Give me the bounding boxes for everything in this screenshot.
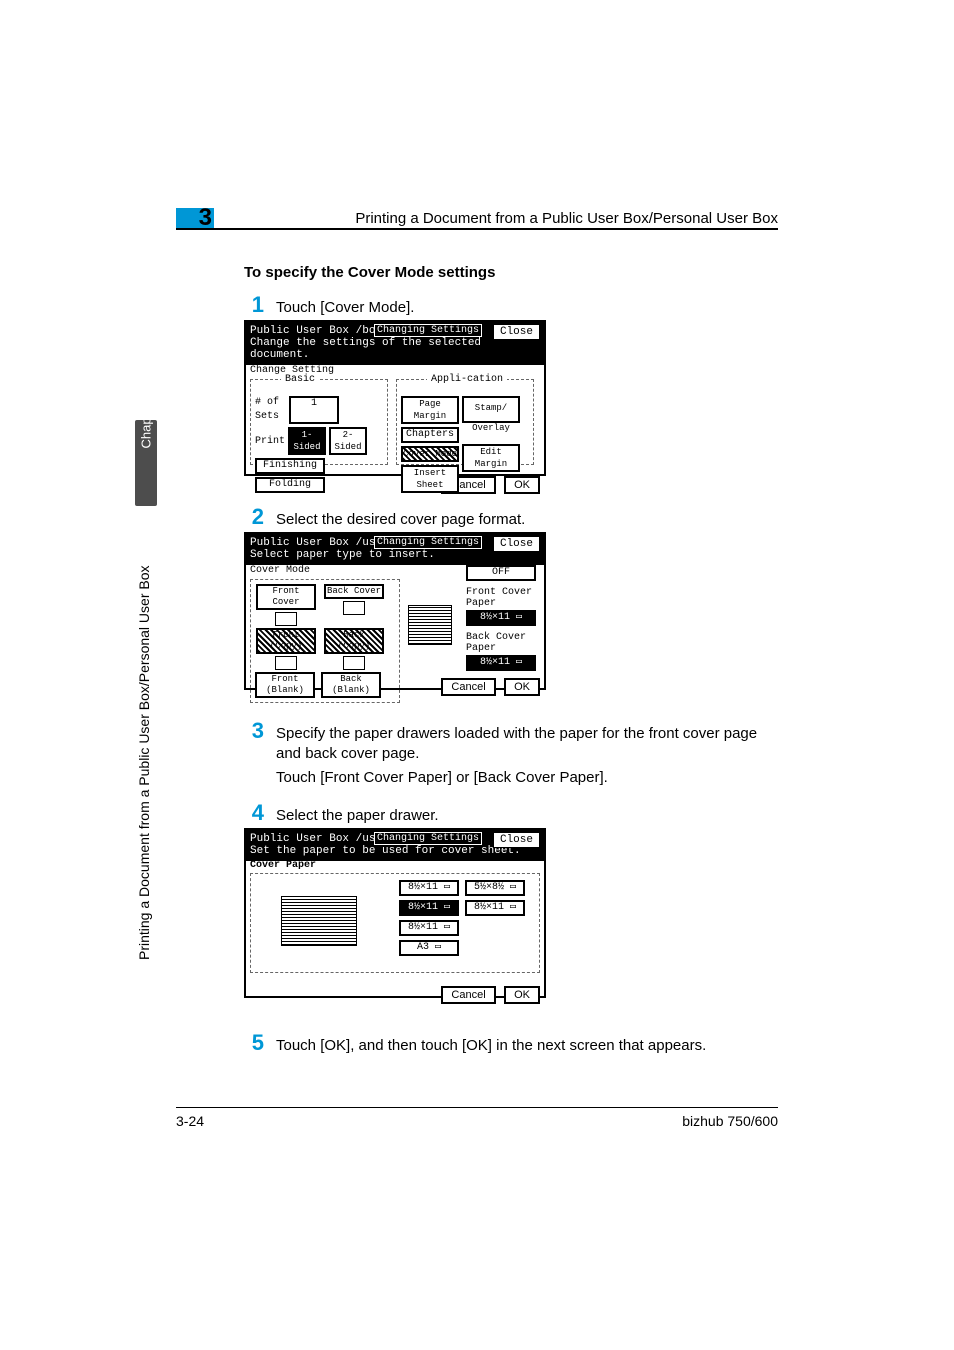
screen2-back-copy-button[interactable]: Back (Copy) [324, 628, 384, 654]
screen3-cancel-button[interactable]: Cancel [441, 986, 495, 1004]
screen1-page-margin-button[interactable]: Page Margin [401, 396, 459, 424]
screen2-off-button[interactable]: OFF [466, 565, 536, 581]
screenshot-cover-paper: Public User Box /userbox3 Set the paper … [244, 828, 546, 998]
step-2-text: Select the desired cover page format. [276, 510, 776, 530]
screen1-insert-sheet-button[interactable]: Insert Sheet [401, 465, 459, 493]
screen2-tab: Cover Mode [250, 565, 310, 576]
step-3-text: Specify the paper drawers loaded with th… [276, 724, 776, 764]
step-1-number: 1 [244, 292, 264, 318]
step-2-number: 2 [244, 504, 264, 530]
screen2-option-group: Front Cover Back Cover Front (Copy) Back… [250, 579, 400, 703]
screen1-body: Change Setting Basic # of Sets 1 Print 1… [246, 365, 544, 473]
side-chapter-title: Printing a Document from a Public User B… [136, 520, 156, 960]
screen1-print-label: Print [255, 436, 285, 447]
screen2-front-copy-button[interactable]: Front (Copy) [256, 628, 316, 654]
footer-product-name: bizhub 750/600 [682, 1113, 778, 1129]
screen1-application-group: Appli-cation Page Margin Chapters Cover … [396, 379, 534, 465]
step-4-number: 4 [244, 800, 264, 826]
screen3-header: Public User Box /userbox3 Set the paper … [246, 830, 544, 861]
screen1-edit-margin-button[interactable]: Edit Margin [462, 444, 520, 472]
screen2-fcp-label: Front Cover Paper [466, 587, 540, 609]
screen2-body: Cover Mode Front Cover Back Cover Front … [246, 565, 544, 675]
screen3-tag: Changing Settings [374, 832, 482, 845]
screen2-back-blank-button[interactable]: Back (Blank) [321, 672, 381, 698]
screen3-ok-button[interactable]: OK [504, 986, 540, 1004]
doc-icon [275, 612, 297, 626]
screen2-back-cover-button[interactable]: Back Cover [324, 584, 384, 599]
header-divider [176, 228, 778, 230]
screen3-tray-6-button[interactable]: A3 ▭ [399, 940, 459, 956]
screen1-folding-button[interactable]: Folding [255, 477, 325, 493]
chapter-header-title: Printing a Document from a Public User B… [320, 210, 778, 227]
screen2-header: Public User Box /userbox3 Select paper t… [246, 534, 544, 565]
screen1-finishing-button[interactable]: Finishing [255, 458, 325, 474]
screen2-right-col: OFF Front Cover Paper 8½×11 ▭ Back Cover… [466, 565, 540, 671]
screen2-tag: Changing Settings [374, 536, 482, 549]
footer-page-number: 3-24 [176, 1113, 204, 1129]
side-bar: Chapter 3 Printing a Document from a Pub… [132, 420, 160, 970]
screen1-sets-value[interactable]: 1 [289, 396, 339, 424]
screen2-cancel-button[interactable]: Cancel [441, 678, 495, 696]
screen1-sets-label: # of Sets [255, 396, 287, 424]
screen2-front-cover-paper-button[interactable]: 8½×11 ▭ [466, 610, 536, 626]
screen3-close-button[interactable]: Close [493, 832, 540, 848]
screen2-back-cover-paper-button[interactable]: 8½×11 ▭ [466, 655, 536, 671]
screen3-tray-1-button[interactable]: 8½×11 ▭ [399, 880, 459, 896]
screen1-basic-group: Basic # of Sets 1 Print 1-Sided 2-Sided … [250, 379, 388, 465]
doc-icon [343, 656, 365, 670]
screen2-close-button[interactable]: Close [493, 536, 540, 552]
section-title: To specify the Cover Mode settings [244, 264, 495, 281]
side-chapter-label: Chapter 3 [139, 427, 154, 449]
screen1-stamp-button[interactable]: Stamp/ Overlay [462, 396, 520, 423]
step-3-number: 3 [244, 718, 264, 744]
footer-divider [176, 1107, 778, 1108]
chapter-number-mark: 3 [176, 208, 214, 228]
screen3-tab: Cover Paper [250, 860, 316, 871]
screen3-body: Cover Paper 8½×11 ▭ 5½×8½ ▭ 8½×11 ▭ 8½×1… [246, 861, 544, 983]
screen1-tag: Changing Settings [374, 324, 482, 337]
screen3-group: 8½×11 ▭ 5½×8½ ▭ 8½×11 ▭ 8½×11 ▭ 8½×11 ▭ … [250, 873, 540, 973]
step-1-text: Touch [Cover Mode]. [276, 298, 776, 318]
screen3-tray-4-button[interactable]: 8½×11 ▭ [465, 900, 525, 916]
screen2-front-cover-button[interactable]: Front Cover [256, 584, 316, 610]
screen3-footer: Cancel OK [246, 983, 544, 1008]
screen3-tray-3-button[interactable]: 8½×11 ▭ [399, 920, 459, 936]
screen2-ok-button[interactable]: OK [504, 678, 540, 696]
step-4-text: Select the paper drawer. [276, 806, 776, 826]
doc-icon [275, 656, 297, 670]
screen1-basic-label: Basic [281, 374, 319, 385]
screenshot-cover-mode: Public User Box /userbox3 Select paper t… [244, 532, 546, 690]
screen1-chapters-button[interactable]: Chapters [401, 427, 459, 443]
screen3-tray-5-button[interactable]: 5½×8½ ▭ [465, 880, 525, 896]
screen1-close-button[interactable]: Close [493, 324, 540, 340]
screen1-hint: Change the settings of the selected docu… [250, 337, 540, 361]
step-3-text2: Touch [Front Cover Paper] or [Back Cover… [276, 768, 776, 788]
screen3-printer-icon [281, 896, 357, 946]
screen2-bcp-label: Back Cover Paper [466, 632, 540, 654]
doc-icon [343, 601, 365, 615]
screen1-appli-label: Appli-cation [427, 374, 507, 385]
screen2-preview-icon [408, 605, 452, 645]
screenshot-change-setting: Public User Box /box01 Change the settin… [244, 320, 546, 476]
screen3-tray-2-button[interactable]: 8½×11 ▭ [399, 900, 459, 916]
screen1-1sided-button[interactable]: 1-Sided [288, 427, 326, 455]
screen1-header: Public User Box /box01 Change the settin… [246, 322, 544, 365]
screen1-cover-mode-button[interactable]: Cover Mode [401, 446, 459, 462]
step-5-text: Touch [OK], and then touch [OK] in the n… [276, 1036, 776, 1056]
screen2-front-blank-button[interactable]: Front (Blank) [255, 672, 315, 698]
step-5-number: 5 [244, 1030, 264, 1056]
screen1-2sided-button[interactable]: 2-Sided [329, 427, 367, 455]
